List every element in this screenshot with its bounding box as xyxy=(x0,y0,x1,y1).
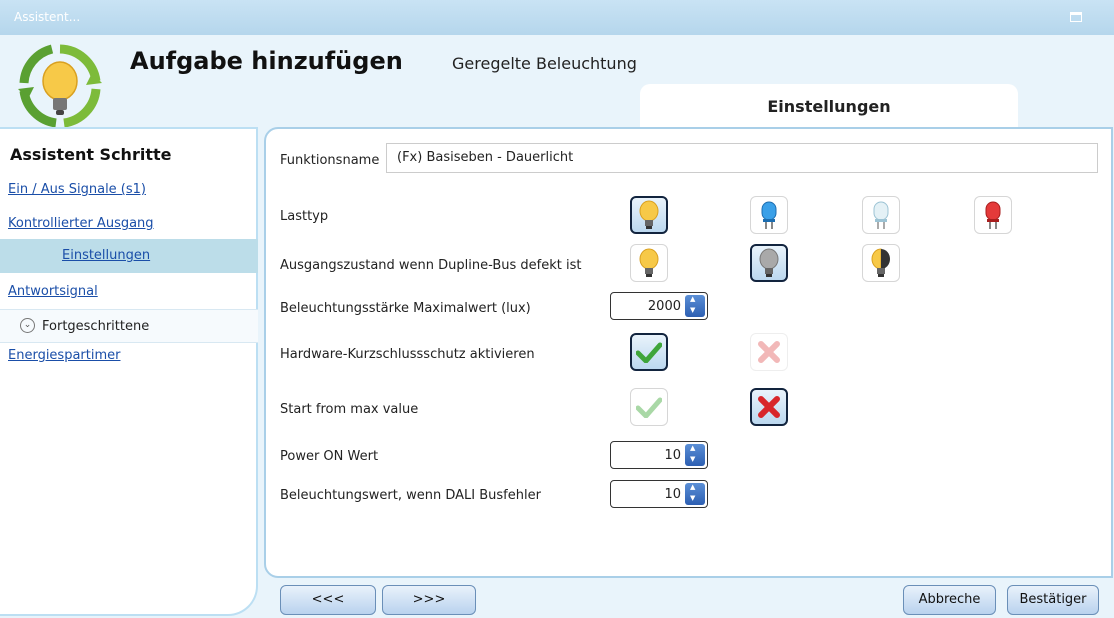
sidebar-item-signals[interactable]: Ein / Aus Signale (s1) xyxy=(0,173,258,207)
start-max-no-option[interactable] xyxy=(750,388,788,426)
led-white-option[interactable] xyxy=(862,196,900,234)
minimize-icon[interactable] xyxy=(1070,12,1082,22)
sidebar-item-settings[interactable]: Einstellungen xyxy=(0,239,258,273)
sidebar-item-label[interactable]: Antwortsignal xyxy=(8,284,98,299)
output-state-on-option[interactable] xyxy=(630,244,668,282)
window-title: Assistent... xyxy=(14,10,81,24)
wizard-bulb-logo-icon xyxy=(18,44,102,128)
stepper-arrows-icon[interactable] xyxy=(685,444,705,466)
sidebar-item-response-signal[interactable]: Antwortsignal xyxy=(0,275,258,309)
page-subtitle: Geregelte Beleuchtung xyxy=(452,54,637,73)
led-red-option[interactable] xyxy=(974,196,1012,234)
title-bar: Assistent... xyxy=(0,0,1114,35)
max-lux-stepper[interactable]: 2000 xyxy=(610,292,708,320)
short-circuit-yes-option[interactable] xyxy=(630,333,668,371)
sidebar-title: Assistent Schritte xyxy=(10,145,172,164)
dali-fault-value[interactable]: 10 xyxy=(664,487,681,502)
page-title: Aufgabe hinzufügen xyxy=(130,47,403,75)
output-state-last-option[interactable] xyxy=(862,244,900,282)
bulb-half-icon xyxy=(871,248,890,277)
output-state-label: Ausgangszustand wenn Dupline-Bus defekt … xyxy=(280,258,582,273)
sidebar-item-label[interactable]: Kontrollierter Ausgang xyxy=(8,216,154,231)
sidebar-item-advanced[interactable]: ⌄ Fortgeschrittene xyxy=(0,309,258,343)
stepper-arrows-icon[interactable] xyxy=(685,295,705,317)
tab-einstellungen[interactable]: Einstellungen xyxy=(640,84,1018,127)
cross-icon xyxy=(758,341,780,363)
sidebar-item-label: Fortgeschrittene xyxy=(42,319,150,334)
start-max-label: Start from max value xyxy=(280,402,419,417)
function-name-input[interactable]: (Fx) Basiseben - Dauerlicht xyxy=(386,143,1098,173)
stepper-arrows-icon[interactable] xyxy=(685,483,705,505)
led-blue-icon xyxy=(761,201,777,229)
header: Aufgabe hinzufügen Geregelte Beleuchtung… xyxy=(0,35,1114,128)
sidebar-item-controlled-output[interactable]: Kontrollierter Ausgang xyxy=(0,207,258,241)
bulb-off-icon xyxy=(759,248,779,277)
confirm-button[interactable]: Bestätiger xyxy=(1007,585,1099,615)
led-white-icon xyxy=(873,201,889,229)
check-icon xyxy=(636,397,662,418)
sidebar: Assistent Schritte Ein / Aus Signale (s1… xyxy=(0,127,262,618)
output-state-off-option[interactable] xyxy=(750,244,788,282)
power-on-label: Power ON Wert xyxy=(280,449,379,464)
led-blue-option[interactable] xyxy=(750,196,788,234)
led-red-icon xyxy=(985,201,1001,229)
sidebar-item-label[interactable]: Ein / Aus Signale (s1) xyxy=(8,182,146,197)
start-max-yes-option[interactable] xyxy=(630,388,668,426)
next-button[interactable]: >>> xyxy=(382,585,476,615)
dali-fault-stepper[interactable]: 10 xyxy=(610,480,708,508)
check-icon xyxy=(636,342,662,363)
chevron-down-icon[interactable]: ⌄ xyxy=(20,318,35,333)
cancel-button[interactable]: Abbreche xyxy=(903,585,996,615)
bulb-on-icon xyxy=(639,248,659,277)
load-type-label: Lasttyp xyxy=(280,209,329,224)
sidebar-item-label[interactable]: Energiespartimer xyxy=(8,348,120,363)
bulb-yellow-icon xyxy=(639,200,659,229)
dali-fault-label: Beleuchtungswert, wenn DALI Busfehler xyxy=(280,488,541,503)
max-lux-value[interactable]: 2000 xyxy=(648,299,681,314)
short-circuit-label: Hardware-Kurzschlussschutz aktivieren xyxy=(280,347,535,362)
bulb-incandescent-option[interactable] xyxy=(630,196,668,234)
short-circuit-no-option[interactable] xyxy=(750,333,788,371)
previous-button[interactable]: <<< xyxy=(280,585,376,615)
cross-icon xyxy=(758,396,780,418)
power-on-stepper[interactable]: 10 xyxy=(610,441,708,469)
sidebar-item-energy-timer[interactable]: Energiespartimer xyxy=(0,339,258,373)
sidebar-item-label[interactable]: Einstellungen xyxy=(62,248,150,263)
max-lux-label: Beleuchtungsstärke Maximalwert (lux) xyxy=(280,301,531,316)
settings-panel: Funktionsname (Fx) Basiseben - Dauerlich… xyxy=(264,127,1113,578)
function-name-label: Funktionsname xyxy=(280,153,380,168)
power-on-value[interactable]: 10 xyxy=(664,448,681,463)
